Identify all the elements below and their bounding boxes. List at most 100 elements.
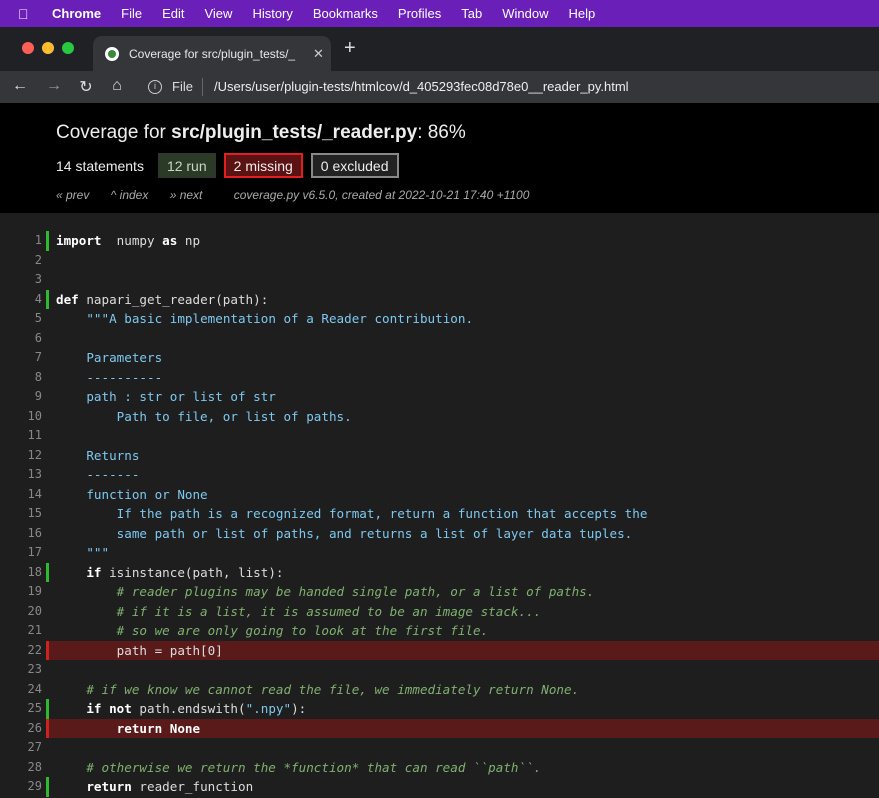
- address-row: ← → ↻ ⌂ i File /Users/user/plugin-tests/…: [0, 71, 879, 103]
- line-number[interactable]: 5: [0, 311, 42, 325]
- code-line: 23: [0, 660, 879, 680]
- line-number[interactable]: 8: [0, 370, 42, 384]
- line-number[interactable]: 20: [0, 604, 42, 618]
- prev-link[interactable]: « prev: [56, 188, 89, 202]
- line-source: if isinstance(path, list):: [86, 564, 284, 580]
- code-line: 20 # if it is a list, it is assumed to b…: [0, 602, 879, 622]
- line-source: # so we are only going to look at the fi…: [56, 623, 489, 638]
- close-window-button[interactable]: [22, 42, 34, 54]
- address-divider: [202, 78, 203, 96]
- line-number[interactable]: 29: [0, 779, 42, 793]
- run-toggle[interactable]: 12 run: [157, 153, 216, 178]
- line-number[interactable]: 16: [0, 526, 42, 540]
- line-number[interactable]: 2: [0, 253, 42, 267]
- menu-tab[interactable]: Tab: [461, 6, 482, 21]
- code-line: 5 """A basic implementation of a Reader …: [0, 309, 879, 329]
- line-number[interactable]: 6: [0, 331, 42, 345]
- menu-window[interactable]: Window: [502, 6, 548, 21]
- menu-bar:  Chrome File Edit View History Bookmark…: [0, 0, 879, 27]
- excluded-toggle[interactable]: 0 excluded: [310, 153, 399, 178]
- line-number[interactable]: 28: [0, 760, 42, 774]
- back-arrow-icon[interactable]: ←: [10, 77, 30, 95]
- menu-bookmarks[interactable]: Bookmarks: [313, 6, 378, 21]
- code-line: 19 # reader plugins may be handed single…: [0, 582, 879, 602]
- code-line: 25 if not path.endswith(".npy"):: [0, 699, 879, 719]
- line-source: If the path is a recognized format, retu…: [56, 506, 648, 521]
- line-number[interactable]: 26: [0, 721, 42, 735]
- line-number[interactable]: 7: [0, 350, 42, 364]
- line-number[interactable]: 21: [0, 623, 42, 637]
- code-line: 18 if isinstance(path, list):: [0, 562, 879, 582]
- line-number[interactable]: 23: [0, 662, 42, 676]
- statement-count: 14 statements: [56, 157, 144, 174]
- line-number[interactable]: 11: [0, 428, 42, 442]
- minimize-window-button[interactable]: [42, 42, 54, 54]
- index-link[interactable]: ^ index: [111, 188, 149, 202]
- line-source: def napari_get_reader(path):: [56, 291, 269, 307]
- code-line: 13 -------: [0, 465, 879, 485]
- line-number[interactable]: 9: [0, 389, 42, 403]
- code-line: 21 # so we are only going to look at the…: [0, 621, 879, 641]
- maximize-window-button[interactable]: [62, 42, 74, 54]
- line-number[interactable]: 13: [0, 467, 42, 481]
- menu-edit[interactable]: Edit: [162, 6, 184, 21]
- line-number[interactable]: 1: [0, 233, 42, 247]
- missing-marker: [46, 640, 49, 660]
- menu-profiles[interactable]: Profiles: [398, 6, 441, 21]
- line-source: Returns: [56, 447, 140, 463]
- line-number[interactable]: 24: [0, 682, 42, 696]
- reload-icon[interactable]: ↻: [76, 77, 96, 97]
- code-line: 9 path : str or list of str: [0, 387, 879, 407]
- line-number[interactable]: 19: [0, 584, 42, 598]
- line-number[interactable]: 18: [0, 565, 42, 579]
- next-link[interactable]: » next: [170, 188, 203, 202]
- code-line: 7 Parameters: [0, 348, 879, 368]
- missing-toggle[interactable]: 2 missing: [223, 153, 303, 178]
- menu-view[interactable]: View: [204, 6, 232, 21]
- stats-bar: 14 statements 12 run 2 missing 0 exclude…: [56, 153, 407, 178]
- line-source: -------: [56, 467, 140, 482]
- coverage-percent: : 86%: [417, 122, 466, 143]
- line-source: # reader plugins may be handed single pa…: [56, 584, 595, 599]
- coverage-header: Coverage for src/plugin_tests/_reader.py…: [0, 103, 879, 213]
- line-source: import numpy as np: [56, 233, 201, 248]
- new-tab-button[interactable]: +: [344, 38, 356, 58]
- line-source: function or None: [56, 486, 208, 502]
- line-number[interactable]: 4: [0, 292, 42, 306]
- code-line: 1 import numpy as np: [0, 231, 879, 251]
- line-number[interactable]: 10: [0, 409, 42, 423]
- line-number[interactable]: 17: [0, 545, 42, 559]
- home-icon[interactable]: ⌂: [107, 77, 127, 95]
- line-source: Parameters: [56, 350, 163, 365]
- line-source: path = path[0]: [56, 642, 223, 658]
- code-line: 22 path = path[0]: [0, 640, 879, 660]
- line-number[interactable]: 25: [0, 701, 42, 715]
- apple-icon[interactable]: : [18, 6, 34, 22]
- source-code: 1 import numpy as np 2 3 4 def napari_get_rea…: [0, 213, 879, 798]
- code-line: 24 # if we know we cannot read the file,…: [0, 680, 879, 700]
- line-number[interactable]: 12: [0, 448, 42, 462]
- title-prefix: Coverage for: [56, 122, 172, 143]
- address-bar[interactable]: /Users/user/plugin-tests/htmlcov/d_40529…: [214, 79, 629, 94]
- menu-chrome[interactable]: Chrome: [52, 6, 101, 21]
- line-number[interactable]: 15: [0, 506, 42, 520]
- forward-arrow-icon[interactable]: →: [44, 77, 64, 95]
- code-line: 6: [0, 329, 879, 349]
- info-icon[interactable]: i: [148, 80, 162, 94]
- line-source: path : str or list of str: [56, 389, 276, 404]
- browser-tab[interactable]: Coverage for src/plugin_tests/_ ✕: [93, 36, 331, 71]
- run-marker: [46, 562, 49, 582]
- close-tab-icon[interactable]: ✕: [313, 46, 324, 62]
- code-line: 8 ----------: [0, 368, 879, 388]
- menu-help[interactable]: Help: [569, 6, 596, 21]
- line-number[interactable]: 27: [0, 740, 42, 754]
- run-marker: [46, 777, 49, 797]
- line-source: same path or list of paths, and returns …: [56, 525, 633, 541]
- tab-title: Coverage for src/plugin_tests/_: [129, 46, 296, 61]
- line-number[interactable]: 14: [0, 487, 42, 501]
- menu-file[interactable]: File: [121, 6, 142, 21]
- line-number[interactable]: 3: [0, 272, 42, 286]
- menu-history[interactable]: History: [252, 6, 292, 21]
- line-source: """: [56, 545, 110, 560]
- line-number[interactable]: 22: [0, 643, 42, 657]
